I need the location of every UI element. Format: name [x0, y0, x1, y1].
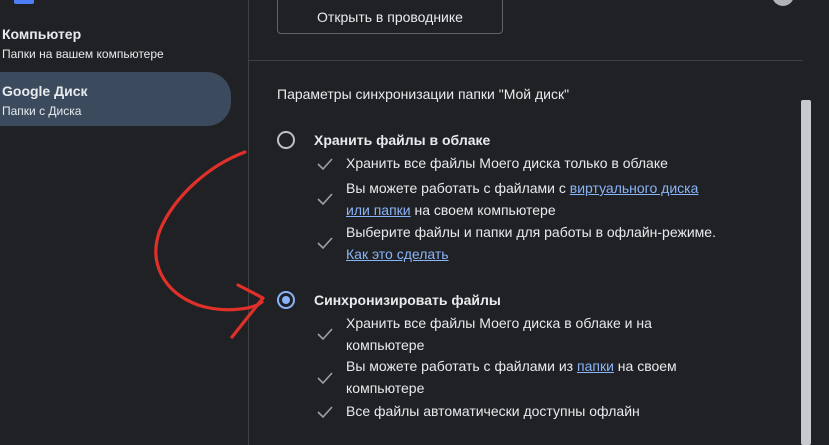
settings-panel: Открыть в проводнике Параметры синхрониз…: [248, 0, 805, 445]
stream-bullet-1: Хранить все файлы Моего диска только в о…: [346, 155, 668, 171]
how-to-link[interactable]: Как это сделать: [346, 246, 449, 262]
sidebar-item-subtitle: Папки с Диска: [2, 104, 82, 118]
sync-settings-title: Параметры синхронизации папки "Мой диск": [277, 86, 570, 102]
check-icon: [317, 406, 333, 418]
stream-bullet-3: Выберите файлы и папки для работы в офла…: [346, 224, 716, 240]
sidebar-item-title: Google Диск: [2, 83, 88, 99]
check-icon: [317, 237, 333, 249]
mirror-bullet-3: Все файлы автоматически доступны офлайн: [346, 403, 640, 419]
mirror-bullet-2-text: Вы можете работать с файлами из: [346, 358, 577, 374]
sidebar-item-title: Компьютер: [2, 26, 82, 42]
stream-bullet-2-cont: или папки на своем компьютере: [346, 200, 556, 220]
radio-mirror-files[interactable]: [277, 291, 295, 309]
virtual-drive-link[interactable]: виртуального диска: [570, 180, 699, 196]
stream-bullet-2-tail: на своем компьютере: [410, 202, 556, 218]
check-icon: [317, 372, 333, 384]
mirror-bullet-1: Хранить все файлы Моего диска в облаке и…: [346, 315, 652, 331]
option-mirror-label[interactable]: Синхронизировать файлы: [314, 292, 501, 308]
stream-bullet-3-cont: Как это сделать: [346, 244, 449, 264]
sidebar-item-computer[interactable]: Компьютер Папки на вашем компьютере: [0, 20, 231, 70]
stream-bullet-2-text: Вы можете работать с файлами с: [346, 180, 570, 196]
check-icon: [317, 193, 333, 205]
section-divider: [249, 60, 804, 61]
sidebar-item-google-drive[interactable]: Google Диск Папки с Диска: [0, 72, 231, 126]
mirror-bullet-1-cont: компьютере: [346, 337, 425, 353]
check-icon: [317, 158, 333, 170]
stream-bullet-2: Вы можете работать с файлами с виртуальн…: [346, 178, 698, 198]
mirror-bullet-2-cont: компьютере: [346, 380, 425, 396]
mirror-bullet-2: Вы можете работать с файлами из папки на…: [346, 356, 677, 376]
sidebar: Компьютер Папки на вашем компьютере Goog…: [0, 0, 248, 445]
open-in-explorer-button[interactable]: Открыть в проводнике: [277, 0, 503, 34]
mirror-bullet-2-tail: на своем: [613, 358, 677, 374]
check-icon: [317, 328, 333, 340]
scrollbar-thumb[interactable]: [801, 100, 811, 445]
radio-stream-files[interactable]: [277, 131, 295, 149]
app-logo: [14, 0, 34, 4]
folder-link[interactable]: или папки: [346, 202, 411, 218]
mirror-folder-link[interactable]: папки: [577, 358, 614, 374]
option-stream-label[interactable]: Хранить файлы в облаке: [314, 132, 490, 148]
sidebar-item-subtitle: Папки на вашем компьютере: [2, 47, 164, 61]
